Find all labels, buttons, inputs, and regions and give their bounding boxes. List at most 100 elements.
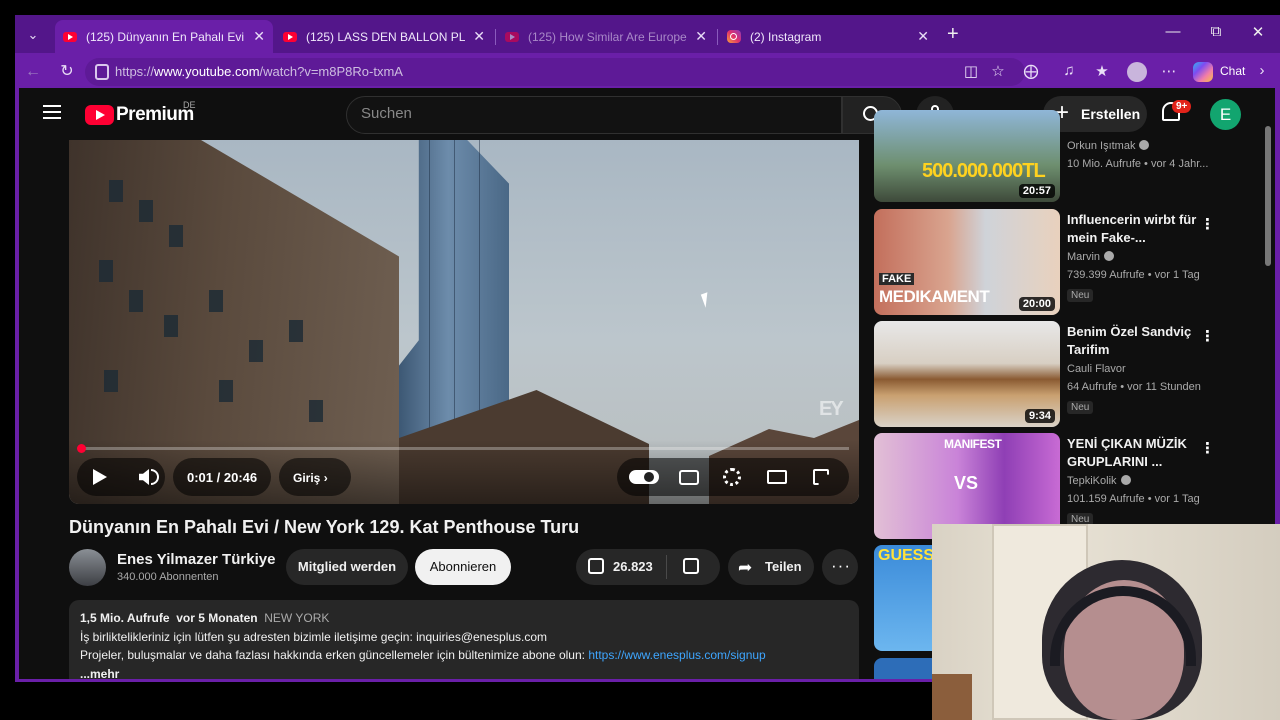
instagram-icon — [727, 30, 741, 43]
signup-link[interactable]: https://www.enesplus.com/signup — [588, 648, 765, 662]
recommendation-meta: 739.399 Aufrufe • vor 1 Tag — [1067, 269, 1200, 281]
chevron-right-icon: › — [323, 471, 328, 485]
recommendation-title[interactable]: YENİ ÇIKAN MÜZİK GRUPLARINI ... — [1067, 435, 1197, 471]
video-thumbnail[interactable]: FAKE MEDIKAMENT 20:00 — [874, 209, 1060, 315]
masthead: Premium DE + Erstellen 9+ E — [19, 88, 1275, 140]
share-label: Teilen — [765, 559, 802, 574]
reload-icon[interactable]: ↻ — [55, 61, 79, 83]
chat-button[interactable]: Chat — [1220, 64, 1245, 78]
recommendation-item[interactable]: 500.000.000TL 20:57 Orkun Işıtmak 10 Mio… — [874, 110, 1214, 202]
autoplay-toggle[interactable] — [629, 470, 659, 484]
tab-list-chevron-icon[interactable]: ⌄ — [21, 23, 45, 47]
recommendation-channel[interactable]: TepkiKolik — [1067, 475, 1131, 487]
chevron-right-icon[interactable]: › — [1251, 62, 1273, 79]
recommendation-title[interactable]: Influencerin wirbt für mein Fake-... — [1067, 211, 1197, 247]
tab-youtube-active[interactable]: (125) Dünyanın En Pahalı Evi / New York … — [55, 20, 273, 53]
description-stats: 1,5 Mio. Aufrufe vor 5 Monaten NEW YORK — [80, 611, 330, 625]
more-options-icon[interactable]: ⋯ — [1158, 62, 1180, 80]
close-window-icon[interactable]: ✕ — [1243, 23, 1273, 41]
app-available-icon[interactable]: ◫ — [960, 62, 982, 80]
tab-title: (125) LASS DEN BALLON PLATZEN — [306, 29, 466, 44]
recommendation-channel[interactable]: Cauli Flavor — [1067, 363, 1126, 375]
tab-instagram[interactable]: (2) Instagram ✕ — [719, 20, 937, 53]
thumbnail-text: MEDIKAMENT — [879, 287, 990, 306]
tab-divider — [495, 29, 496, 45]
tab-youtube-anthems[interactable]: (125) How Similar Are European Anthems ✕ — [497, 20, 715, 53]
close-tab-icon[interactable]: ✕ — [917, 28, 929, 45]
copilot-icon[interactable] — [1193, 62, 1213, 82]
subscriber-count: 340.000 Abonnenten — [117, 571, 219, 583]
tab-strip: ⌄ (125) Dünyanın En Pahalı Evi / New Yor… — [15, 15, 1280, 53]
search-input[interactable] — [361, 105, 821, 122]
channel-name[interactable]: Enes Yilmazer Türkiye — [117, 551, 275, 568]
recommendation-title[interactable]: Benim Özel Sandviç Tarifim — [1067, 323, 1197, 359]
minimize-icon[interactable]: — — [1158, 23, 1188, 40]
search-box[interactable] — [346, 96, 842, 134]
profile-avatar[interactable] — [1127, 62, 1147, 82]
recommendation-channel[interactable]: Orkun Işıtmak — [1067, 140, 1150, 152]
thumbnail-tag: FAKE — [879, 273, 915, 285]
extensions-icon[interactable]: ⨁ — [1020, 62, 1042, 80]
recommendation-item[interactable]: 9:34 Benim Özel Sandviç Tarifim ⋮ Cauli … — [874, 321, 1215, 427]
channel-watermark[interactable]: EY — [819, 398, 844, 421]
recommendation-channel[interactable]: Marvin — [1067, 251, 1115, 263]
thumbnail-tag: VS — [954, 473, 979, 493]
tab-title: (125) How Similar Are European Anthems — [528, 29, 687, 44]
new-tab-plus-icon[interactable]: + — [947, 23, 959, 46]
verified-check-icon — [1139, 140, 1150, 150]
like-icon[interactable] — [588, 558, 604, 574]
thumbnail-text: 500.000.000TL — [922, 160, 1046, 182]
channel-avatar[interactable] — [69, 549, 106, 586]
close-tab-icon[interactable]: ✕ — [253, 28, 265, 45]
play-icon[interactable] — [93, 469, 107, 485]
mouse-cursor-icon — [700, 292, 713, 308]
thumbnail-text: GUESS — [878, 547, 935, 564]
hamburger-menu-icon[interactable] — [43, 105, 61, 119]
show-more-link[interactable]: ...mehr — [80, 665, 848, 680]
like-count[interactable]: 26.823 — [613, 559, 653, 574]
settings-gear-icon[interactable] — [723, 468, 741, 486]
video-thumbnail[interactable]: 500.000.000TL 20:57 — [874, 110, 1060, 202]
video-player[interactable]: EY 0:01 / 20:46 Giriş › — [69, 140, 859, 504]
restore-icon[interactable]: ⧉ — [1201, 23, 1231, 40]
address-bar-row: ← ↻ https://www.youtube.com/watch?v=m8P8… — [15, 53, 1280, 91]
join-button[interactable]: Mitglied werden — [286, 549, 408, 585]
dislike-icon[interactable] — [683, 558, 699, 574]
video-thumbnail[interactable]: 9:34 — [874, 321, 1060, 427]
create-label: Erstellen — [1081, 106, 1141, 122]
account-avatar[interactable]: E — [1210, 99, 1241, 130]
description-box[interactable]: 1,5 Mio. Aufrufe vor 5 Monaten NEW YORK … — [69, 600, 859, 679]
duration-badge: 20:00 — [1018, 297, 1055, 311]
scrubber-handle[interactable] — [77, 444, 86, 453]
close-tab-icon[interactable]: ✕ — [473, 28, 485, 45]
favorite-star-icon[interactable]: ☆ — [987, 62, 1009, 80]
youtube-icon — [283, 31, 297, 42]
notification-badge: 9+ — [1172, 100, 1192, 113]
kebab-menu-icon[interactable]: ⋮ — [1200, 327, 1215, 345]
theater-mode-icon[interactable] — [767, 470, 787, 484]
youtube-logo-icon[interactable] — [85, 105, 114, 125]
chapter-button[interactable]: Giriş › — [293, 471, 328, 485]
share-arrow-icon: ➦ — [738, 558, 753, 577]
progress-bar[interactable] — [79, 447, 849, 450]
recommendation-item[interactable]: FAKE MEDIKAMENT 20:00 Influencerin wirbt… — [874, 209, 1215, 315]
desktop-screen: ⌄ (125) Dünyanın En Pahalı Evi / New Yor… — [0, 0, 1280, 720]
url-field[interactable]: https://www.youtube.com/watch?v=m8P8Ro-t… — [85, 58, 1025, 86]
back-arrow-icon[interactable]: ← — [21, 61, 45, 83]
close-tab-icon[interactable]: ✕ — [695, 28, 707, 45]
favorites-icon[interactable]: ★ — [1091, 62, 1113, 80]
tab-title: (2) Instagram — [750, 29, 822, 44]
kebab-menu-icon[interactable]: ⋮ — [1200, 215, 1215, 233]
description-line-1: İş birliktelikleriniz için lütfen şu adr… — [80, 629, 548, 644]
media-control-icon[interactable]: ♫ — [1058, 62, 1080, 79]
page-scrollbar[interactable] — [1265, 126, 1271, 266]
site-info-icon[interactable] — [95, 64, 109, 80]
new-badge: Neu — [1067, 401, 1094, 414]
subtitles-icon[interactable] — [679, 470, 699, 485]
tab-youtube-ballon[interactable]: (125) LASS DEN BALLON PLATZEN ✕ — [275, 20, 493, 53]
subscribe-button[interactable]: Abonnieren — [415, 549, 511, 585]
kebab-menu-icon[interactable]: ⋮ — [1200, 439, 1215, 457]
recommendation-meta: 64 Aufrufe • vor 11 Stunden — [1067, 381, 1201, 393]
recommendation-meta: 101.159 Aufrufe • vor 1 Tag — [1067, 493, 1200, 505]
tab-title: (125) Dünyanın En Pahalı Evi / New York … — [86, 29, 245, 44]
